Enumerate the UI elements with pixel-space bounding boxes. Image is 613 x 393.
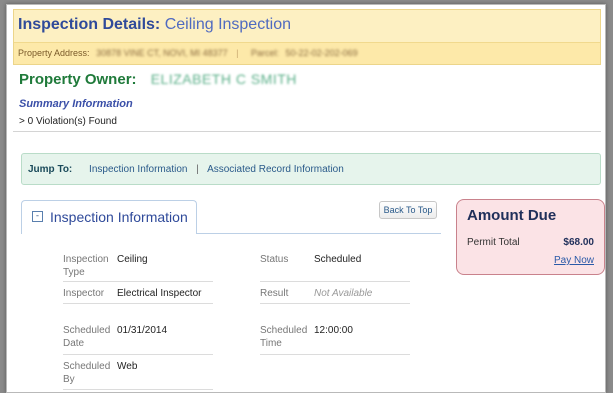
scheduled-by-value: Web bbox=[117, 361, 138, 372]
property-address-label: Property Address: bbox=[18, 48, 90, 58]
row-divider bbox=[260, 281, 410, 282]
permit-total-value: $68.00 bbox=[563, 237, 594, 248]
jump-to-bar: Jump To: Inspection Information | Associ… bbox=[21, 153, 601, 185]
amount-due-title: Amount Due bbox=[467, 207, 557, 224]
row-divider bbox=[63, 389, 213, 390]
property-owner-name: ELIZABETH C SMITH bbox=[150, 71, 297, 87]
scheduled-time-label: Scheduled Time bbox=[260, 325, 308, 349]
scheduled-date-label: Scheduled Date bbox=[63, 325, 111, 349]
page-title: Inspection Details: Ceiling Inspection bbox=[18, 16, 291, 34]
result-label: Result bbox=[260, 288, 289, 299]
status-value: Scheduled bbox=[314, 254, 362, 265]
scheduled-time-value: 12:00:00 bbox=[314, 325, 353, 336]
inspection-type-label: Inspection Type bbox=[63, 254, 109, 278]
inspection-header: Inspection Details: Ceiling Inspection P… bbox=[13, 9, 601, 65]
address-separator: | bbox=[236, 48, 239, 58]
row-divider bbox=[63, 303, 213, 304]
amount-due-panel: Amount Due Permit Total $68.00 Pay Now bbox=[456, 199, 605, 275]
inspection-type-value: Ceiling bbox=[117, 254, 148, 265]
row-divider bbox=[260, 303, 410, 304]
jump-link-associated-record-information[interactable]: Associated Record Information bbox=[207, 164, 344, 175]
page-title-subject: Ceiling Inspection bbox=[164, 16, 291, 33]
jump-link-inspection-information[interactable]: Inspection Information bbox=[89, 164, 187, 175]
section-title: Inspection Information bbox=[50, 209, 188, 225]
property-address-row: Property Address: 30878 VINE CT, NOVI, M… bbox=[14, 42, 600, 64]
summary-information-link[interactable]: Summary Information bbox=[19, 98, 133, 110]
jump-to-label: Jump To: bbox=[28, 164, 73, 175]
pay-now-link[interactable]: Pay Now bbox=[554, 255, 594, 266]
violations-found[interactable]: > 0 Violation(s) Found bbox=[19, 116, 117, 127]
inspector-value: Electrical Inspector bbox=[117, 288, 202, 299]
parcel-label: Parcel: bbox=[251, 48, 280, 58]
tab-underline bbox=[197, 233, 441, 234]
parcel-value: 50-22-02-202-069 bbox=[285, 48, 358, 58]
inspection-details-page: Inspection Details: Ceiling Inspection P… bbox=[6, 4, 606, 393]
collapse-icon[interactable]: - bbox=[32, 211, 43, 222]
row-divider bbox=[260, 354, 410, 355]
page-title-lead: Inspection Details: bbox=[18, 16, 161, 33]
scheduled-date-value: 01/31/2014 bbox=[117, 325, 168, 336]
back-to-top-button[interactable]: Back To Top bbox=[379, 201, 437, 219]
row-divider bbox=[63, 281, 213, 282]
property-address-value: 30878 VINE CT, NOVI, MI 48377 bbox=[96, 48, 228, 58]
tab-inspection-information[interactable]: - Inspection Information bbox=[21, 200, 197, 234]
status-label: Status bbox=[260, 254, 289, 265]
property-owner-label: Property Owner: bbox=[19, 71, 137, 88]
scheduled-by-label: Scheduled By bbox=[63, 361, 111, 385]
permit-total-label: Permit Total bbox=[467, 237, 520, 248]
divider bbox=[13, 131, 601, 132]
result-value: Not Available bbox=[314, 288, 373, 299]
property-owner: Property Owner: ELIZABETH C SMITH bbox=[19, 71, 297, 88]
inspector-label: Inspector bbox=[63, 288, 105, 299]
jump-separator: | bbox=[196, 164, 199, 175]
row-divider bbox=[63, 354, 213, 355]
